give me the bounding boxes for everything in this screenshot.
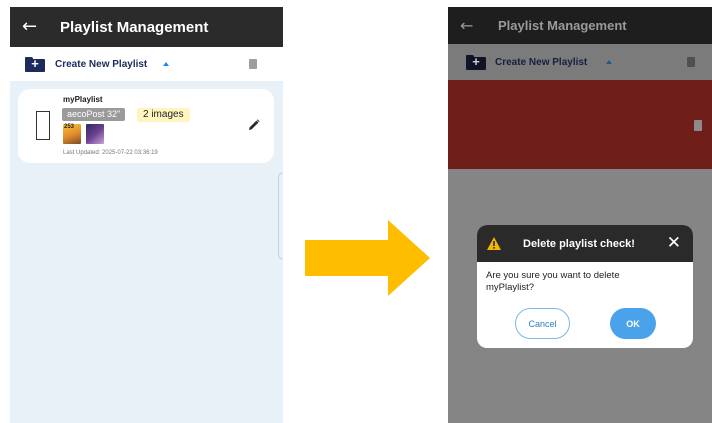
caret-up-icon[interactable] — [163, 62, 170, 66]
caret-up-icon[interactable] — [606, 60, 613, 64]
device-tag: aecoPost 32" — [62, 108, 126, 121]
playlist-toolbar: + Create New Playlist — [448, 44, 712, 80]
dialog-header: Delete playlist check! ✕ — [477, 225, 693, 262]
new-folder-icon[interactable]: + — [25, 56, 45, 72]
playlist-card[interactable]: myPlaylist aecoPost 32" 2 images 253 Las… — [18, 89, 274, 163]
page-title: Playlist Management — [60, 18, 209, 36]
swipe-delete-background — [448, 80, 712, 169]
image-count-badge: 2 images — [137, 108, 190, 122]
drawer-handle[interactable] — [278, 172, 283, 260]
screen-after: ← Playlist Management + Create New Playl… — [448, 7, 712, 423]
cancel-button[interactable]: Cancel — [515, 308, 570, 339]
ok-button[interactable]: OK — [610, 308, 656, 339]
app-bar: ← Playlist Management — [448, 7, 712, 44]
dialog-message: Are you sure you want to delete myPlayli… — [486, 270, 620, 293]
delete-confirm-dialog: Delete playlist check! ✕ Are you sure yo… — [477, 225, 693, 348]
create-new-playlist-button[interactable]: Create New Playlist — [495, 57, 587, 68]
back-arrow-icon[interactable]: ← — [460, 17, 476, 34]
new-folder-icon[interactable]: + — [466, 54, 486, 70]
create-new-playlist-button[interactable]: Create New Playlist — [55, 59, 147, 70]
transition-arrow-icon — [305, 220, 430, 296]
close-icon[interactable]: ✕ — [667, 234, 681, 252]
app-bar: ← Playlist Management — [10, 7, 283, 47]
edit-pencil-icon[interactable] — [248, 119, 260, 131]
thumbnail-text: 253 — [64, 124, 75, 130]
playlist-toolbar: + Create New Playlist — [10, 47, 283, 81]
image-thumbnail — [86, 124, 104, 144]
screen-before: ← Playlist Management + Create New Playl… — [10, 7, 283, 423]
trash-icon[interactable] — [687, 57, 695, 67]
image-thumbnail: 253 — [63, 124, 81, 144]
trash-icon[interactable] — [249, 59, 257, 69]
warning-icon — [487, 237, 501, 250]
dialog-title: Delete playlist check! — [523, 237, 635, 250]
playlist-name: myPlaylist — [63, 95, 103, 104]
last-updated-text: Last Updated: 2025-07-22 03:36:19 — [63, 150, 158, 156]
back-arrow-icon[interactable]: ← — [22, 18, 38, 36]
trash-icon[interactable] — [694, 120, 702, 131]
page-title: Playlist Management — [498, 18, 627, 33]
portrait-display-icon — [36, 111, 50, 140]
